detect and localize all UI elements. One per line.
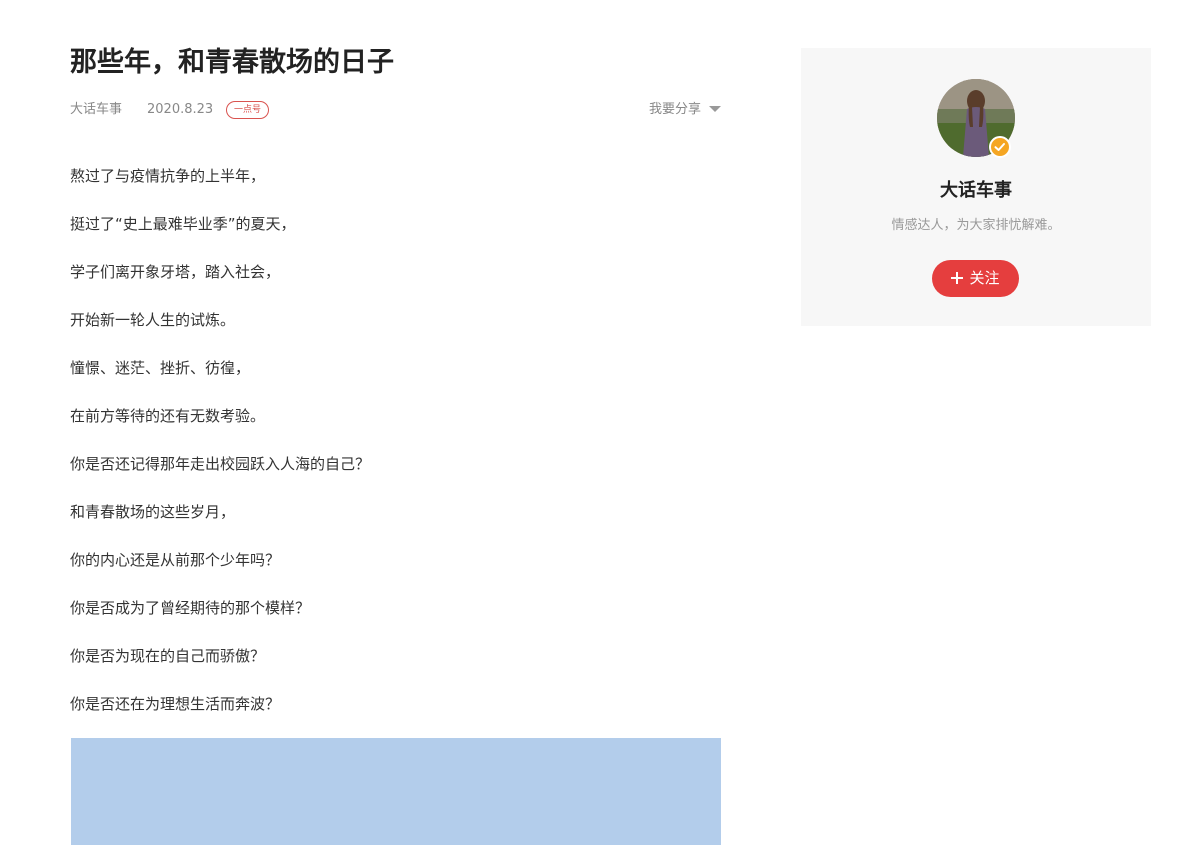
author-card: 大话车事 情感达人，为大家排忧解难。 关注 [801,48,1151,326]
paragraph: 学子们离开象牙塔，踏入社会， [70,263,281,281]
author-link[interactable]: 大话车事 [70,99,122,121]
article-meta: 大话车事 2020.8.23 一点号 我要分享 [70,99,721,121]
author-name[interactable]: 大话车事 [801,178,1151,204]
article-title: 那些年，和青春散场的日子 [70,47,394,78]
paragraph: 开始新一轮人生的试炼。 [70,311,236,329]
paragraph: 你是否还记得那年走出校园跃入人海的自己？ [70,455,371,473]
caret-down-icon [709,105,721,112]
paragraph: 你是否为现在的自己而骄傲？ [70,647,266,665]
paragraph: 你的内心还是从前那个少年吗？ [70,551,281,569]
check-glyph [994,143,1005,151]
paragraph: 在前方等待的还有无数考验。 [70,407,266,425]
share-label: 我要分享 [648,102,701,117]
paragraph: 和青春散场的这些岁月， [70,503,236,521]
paragraph: 你是否成为了曾经期待的那个模样？ [70,599,311,617]
verified-check-icon [989,136,1011,158]
paragraph: 你是否还在为理想生活而奔波？ [70,695,281,713]
page: 那些年，和青春散场的日子 大话车事 2020.8.23 一点号 我要分享 熬过了… [0,0,1181,845]
paragraph: 憧憬、迷茫、挫折、彷徨， [70,359,251,377]
plus-icon [951,272,964,284]
author-description: 情感达人，为大家排忧解难。 [891,218,1061,233]
article-body: 熬过了与疫情抗争的上半年， 挺过了“史上最难毕业季”的夏天， 学子们离开象牙塔，… [70,164,721,740]
paragraph: 挺过了“史上最难毕业季”的夏天， [70,215,296,233]
paragraph: 熬过了与疫情抗争的上半年， [70,167,266,185]
follow-label: 关注 [969,269,1000,287]
publish-date: 2020.8.23 [147,102,214,117]
article-image [71,738,721,845]
follow-button[interactable]: 关注 [932,260,1019,297]
source-badge: 一点号 [226,101,270,119]
share-button[interactable]: 我要分享 [649,99,721,121]
